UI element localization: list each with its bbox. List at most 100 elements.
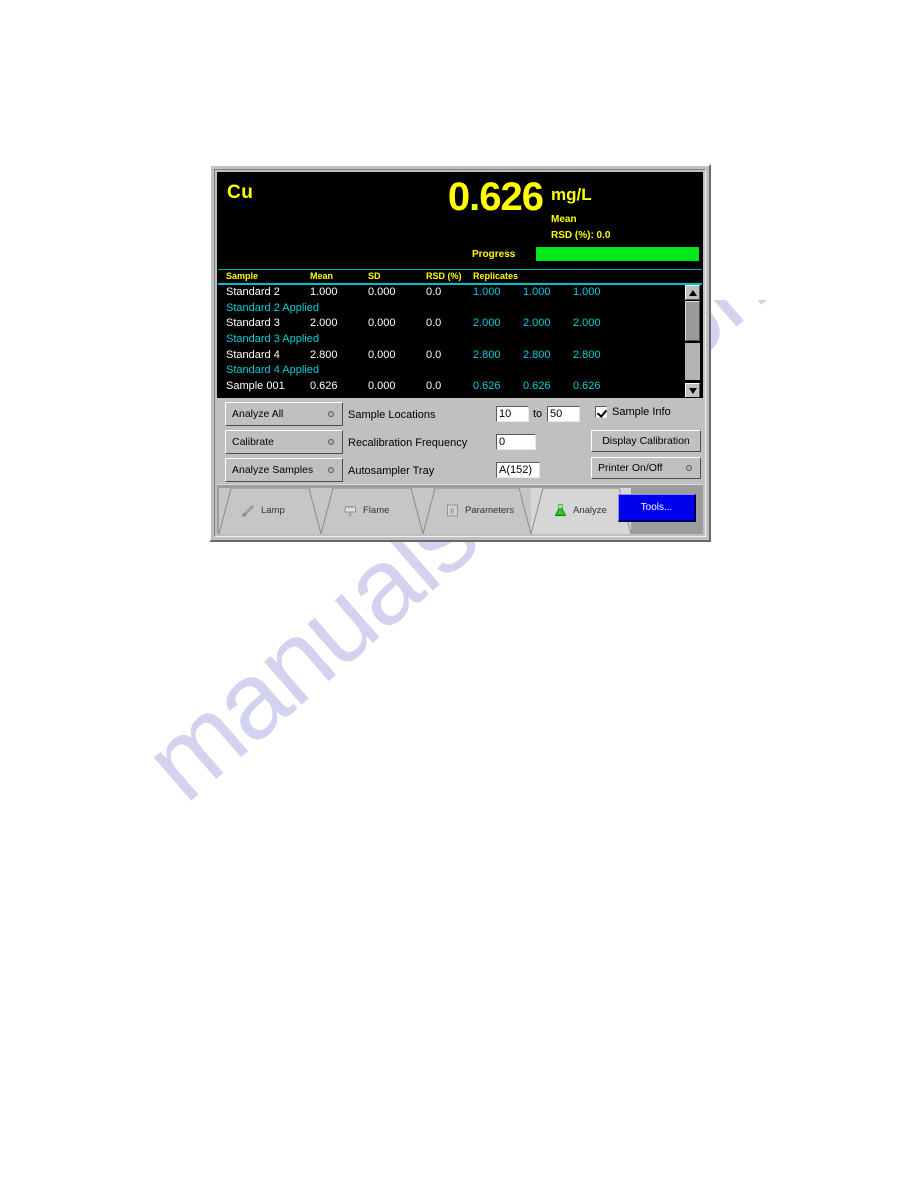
tab-lamp[interactable]: Lamp [219, 486, 321, 534]
applied-status-text: Standard 4 Applied [226, 364, 319, 377]
table-row[interactable]: Standard 4 Applied [218, 363, 686, 379]
rsd-label: RSD (%): 0.0 [551, 230, 611, 241]
cell-replicate-3: 2.800 [573, 348, 601, 361]
tools-button[interactable]: Tools... [618, 494, 696, 522]
cell-sample: Standard 3 [226, 317, 280, 330]
chevron-up-icon [688, 289, 697, 296]
cell-replicate-1: 1.000 [473, 286, 501, 298]
scrollbar-track[interactable] [685, 343, 700, 380]
sample-location-from-input[interactable]: 10 [496, 406, 529, 422]
table-row[interactable]: Standard 3 2.000 0.000 0.0 2.000 2.000 2.000 [218, 316, 686, 332]
tab-flame-label: Flame [363, 504, 390, 516]
table-row[interactable]: Sample 001 0.626 0.000 0.0 0.626 0.626 0.626 [218, 379, 686, 395]
mean-label: Mean [551, 214, 577, 225]
cell-mean: 2.000 [310, 317, 338, 330]
indicator-dot-icon [686, 465, 692, 471]
cell-mean: 1.000 [310, 286, 338, 298]
scrollbar-thumb[interactable] [685, 301, 700, 341]
cell-sd: 0.000 [368, 348, 396, 361]
column-header-replicates: Replicates [473, 271, 519, 281]
tab-parameters[interactable]: R Parameters [423, 486, 531, 534]
column-header-sample: Sample [226, 271, 259, 281]
element-symbol: Cu [227, 182, 254, 203]
cell-sample: Standard 4 [226, 348, 280, 361]
recalibration-frequency-input[interactable]: 0 [496, 434, 536, 450]
column-header-mean: Mean [310, 271, 334, 281]
table-row[interactable]: Standard 4 2.800 0.000 0.0 2.800 2.800 2.800 [218, 348, 686, 364]
tab-lamp-label: Lamp [261, 504, 285, 516]
instrument-readout-display: Cu 0.626 mg/L Mean RSD (%): 0.0 Progress… [217, 172, 703, 398]
tab-analyze[interactable]: Analyze [531, 486, 631, 534]
calibrate-label: Calibrate [232, 436, 275, 448]
cell-rsd: 0.0 [426, 348, 442, 361]
sample-location-to-input[interactable]: 50 [547, 406, 580, 422]
cell-rsd: 0.0 [426, 380, 442, 393]
progress-label: Progress [472, 249, 516, 260]
cell-replicate-3: 1.000 [573, 286, 601, 298]
table-row[interactable]: Standard 2 Applied [218, 301, 686, 317]
indicator-dot-icon [328, 467, 334, 473]
application-inner-frame: Cu 0.626 mg/L Mean RSD (%): 0.0 Progress… [214, 169, 706, 537]
cell-replicate-1: 0.626 [473, 380, 501, 393]
tab-bar-highlight [217, 484, 703, 485]
display-calibration-label: Display Calibration [602, 435, 690, 447]
application-window: Cu 0.626 mg/L Mean RSD (%): 0.0 Progress… [209, 164, 711, 542]
svg-text:R: R [450, 507, 455, 515]
cell-replicate-2: 2.000 [523, 317, 551, 330]
concentration-value: 0.626 [447, 175, 544, 219]
cell-rsd: 0.0 [426, 286, 442, 298]
tab-parameters-label: Parameters [465, 504, 515, 516]
indicator-dot-icon [328, 439, 334, 445]
tools-button-label: Tools... [640, 502, 673, 513]
analyze-all-button[interactable]: Analyze All [225, 402, 343, 426]
results-table-scrollbar[interactable] [684, 285, 701, 397]
tab-flame[interactable]: Flame [321, 486, 423, 534]
printer-on-off-label: Printer On/Off [598, 462, 663, 474]
scroll-up-button[interactable] [685, 285, 700, 300]
recalibration-frequency-label: Recalibration Frequency [348, 437, 468, 449]
results-table-header: Sample Mean SD RSD (%) Replicates [218, 269, 702, 283]
progress-bar [536, 247, 699, 261]
cell-replicate-2: 0.626 [523, 380, 551, 393]
sample-info-checkbox-row[interactable]: Sample Info [595, 406, 671, 418]
cell-mean: 0.626 [310, 380, 338, 393]
cell-mean: 2.800 [310, 348, 338, 361]
cell-replicate-3: 2.000 [573, 317, 601, 330]
parameters-icon: R [445, 503, 460, 518]
cell-replicate-2: 2.800 [523, 348, 551, 361]
column-header-sd: SD [368, 271, 381, 281]
sample-location-to-label: to [533, 408, 543, 420]
table-row[interactable]: Standard 2 1.000 0.000 0.0 1.000 1.000 1.000 [218, 285, 686, 301]
scroll-down-button[interactable] [685, 383, 700, 397]
progress-bar-fill [536, 247, 699, 261]
column-header-rsd: RSD (%) [426, 271, 462, 281]
sample-info-label: Sample Info [612, 406, 671, 418]
analyze-samples-button[interactable]: Analyze Samples [225, 458, 343, 482]
analyze-all-label: Analyze All [232, 408, 284, 420]
cell-sample: Sample 001 [226, 380, 285, 393]
cell-sd: 0.000 [368, 286, 396, 298]
cell-replicate-1: 2.800 [473, 348, 501, 361]
applied-status-text: Standard 2 Applied [226, 301, 319, 314]
autosampler-tray-label: Autosampler Tray [348, 465, 435, 477]
printer-on-off-button[interactable]: Printer On/Off [591, 457, 701, 479]
calibrate-button[interactable]: Calibrate [225, 430, 343, 454]
controls-panel: Analyze All Calibrate Analyze Samples Sa… [217, 400, 703, 490]
results-table-body[interactable]: Standard 2 1.000 0.000 0.0 1.000 1.000 1.000 St… [218, 285, 686, 397]
applied-status-text: Standard 3 Applied [226, 333, 319, 346]
page-root: manualshive.com Cu 0.626 mg/L Mean RSD (… [0, 0, 918, 1188]
table-row[interactable]: Standard 3 Applied [218, 332, 686, 348]
autosampler-tray-input[interactable]: A(152) [496, 462, 540, 478]
flask-icon [553, 503, 568, 518]
chevron-down-icon [688, 387, 697, 394]
cell-replicate-2: 1.000 [523, 286, 551, 298]
cell-sample: Standard 2 [226, 286, 280, 298]
flame-icon [343, 503, 358, 518]
tab-bar: Lamp Flame R Parameters Analyze Tools... [217, 484, 703, 534]
display-calibration-button[interactable]: Display Calibration [591, 430, 701, 452]
sample-info-checkbox[interactable] [595, 406, 607, 418]
cell-sd: 0.000 [368, 380, 396, 393]
lamp-icon [241, 503, 256, 518]
sample-locations-label: Sample Locations [348, 409, 436, 421]
cell-replicate-3: 0.626 [573, 380, 601, 393]
